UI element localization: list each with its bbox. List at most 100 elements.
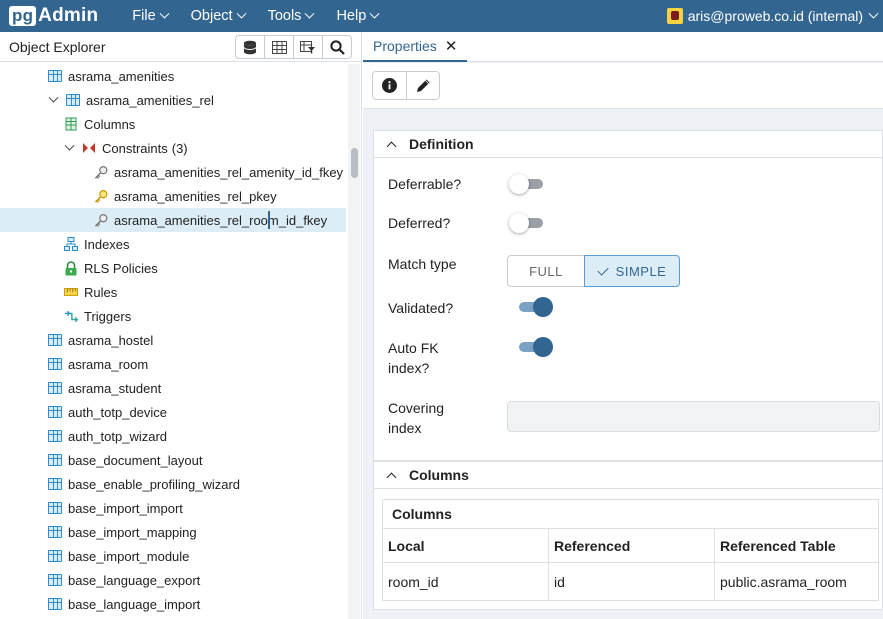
tree-item-label: base_enable_profiling_wizard — [68, 476, 241, 492]
menu-object[interactable]: Object — [191, 8, 247, 24]
tree-vertical-scrollbar[interactable] — [348, 64, 360, 619]
deferred-label: Deferred? — [388, 215, 451, 231]
definition-title: Definition — [409, 136, 474, 152]
tree-item-table[interactable]: asrama_student — [0, 376, 346, 400]
column-header-local: Local — [388, 537, 425, 554]
definition-header[interactable]: Definition — [374, 131, 882, 158]
scrollbar-thumb[interactable] — [351, 148, 358, 178]
tree-item-primary-key[interactable]: asrama_amenities_rel_pkey — [0, 184, 346, 208]
tree-item-table[interactable]: asrama_room — [0, 352, 346, 376]
chevron-down-icon[interactable] — [64, 143, 74, 153]
menu-tools[interactable]: Tools — [268, 8, 315, 24]
tree-item-label: Indexes — [84, 236, 130, 252]
match-full-option[interactable]: FULL — [507, 255, 584, 287]
logo-suffix: Admin — [38, 5, 99, 26]
match-simple-label: SIMPLE — [615, 263, 667, 279]
triggers-icon — [64, 309, 78, 323]
top-navbar: pg Admin File Object Tools Help aris@pro… — [0, 0, 883, 32]
object-tree: asrama_amenities asrama_amenities_rel Co… — [0, 64, 346, 619]
table-icon — [48, 477, 62, 491]
table-icon — [48, 69, 62, 83]
user-avatar-icon — [666, 8, 683, 24]
tree-item-table[interactable]: auth_totp_device — [0, 400, 346, 424]
tree-item-table[interactable]: auth_totp_wizard — [0, 424, 346, 448]
chevron-down-icon — [304, 8, 315, 19]
tree-item-constraints[interactable]: Constraints (3) — [0, 136, 346, 160]
tree-item-label: Rules — [84, 284, 118, 300]
tree-item-label: asrama_amenities_rel — [86, 92, 214, 108]
table-icon — [66, 93, 80, 107]
table-icon — [48, 525, 62, 539]
filter-rows-button[interactable] — [293, 35, 323, 59]
auto-fk-label-line1: Auto FK — [388, 340, 439, 356]
validated-toggle[interactable] — [517, 297, 553, 317]
tree-item-table[interactable]: asrama_amenities — [0, 64, 346, 88]
match-type-selector: FULL SIMPLE — [507, 255, 680, 287]
tree-item-table[interactable]: base_import_import — [0, 496, 346, 520]
object-explorer-toolbar — [235, 35, 352, 59]
tree-item-foreign-key[interactable]: asrama_amenities_rel_amenity_id_fkey — [0, 160, 346, 184]
table-view-icon — [271, 40, 287, 54]
tree-item-table[interactable]: base_import_module — [0, 544, 346, 568]
chevron-down-icon[interactable] — [48, 95, 58, 105]
search-objects-button[interactable] — [322, 35, 352, 59]
tree-item-label: asrama_room — [68, 356, 149, 372]
auto-fk-label-line2: index? — [388, 360, 430, 376]
menu-file[interactable]: File — [132, 8, 170, 24]
table-icon — [48, 501, 62, 515]
menu-help-label: Help — [336, 8, 367, 24]
chevron-down-icon — [868, 8, 879, 19]
tree-item-table[interactable]: base_import_mapping — [0, 520, 346, 544]
tree-item-label: asrama_amenities_rel_pkey — [114, 188, 277, 204]
rules-icon — [64, 285, 78, 299]
match-simple-option[interactable]: SIMPLE — [584, 255, 680, 287]
covering-index-field[interactable] — [507, 401, 880, 432]
close-icon[interactable]: ✕ — [445, 37, 458, 55]
tree-item-triggers[interactable]: Triggers — [0, 304, 346, 328]
chevron-down-icon — [369, 8, 380, 19]
tree-item-table[interactable]: asrama_hostel — [0, 328, 346, 352]
deferred-toggle[interactable] — [509, 213, 545, 233]
tree-item-table[interactable]: asrama_amenities_rel — [0, 88, 346, 112]
deferrable-toggle[interactable] — [509, 174, 545, 194]
constraints-icon — [82, 141, 96, 155]
tree-item-table[interactable]: base_document_layout — [0, 448, 346, 472]
tree-item-indexes[interactable]: Indexes — [0, 232, 346, 256]
cell-referenced: id — [548, 563, 714, 600]
tree-item-table[interactable]: base_enable_profiling_wizard — [0, 472, 346, 496]
deferrable-label: Deferrable? — [388, 176, 462, 192]
search-icon — [329, 39, 345, 55]
user-email: aris@proweb.co.id (internal) — [687, 8, 863, 24]
definition-section: Definition Deferrable? Deferred? Match t… — [373, 130, 883, 461]
tree-item-rls-policies[interactable]: RLS Policies — [0, 256, 346, 280]
object-explorer-panel: Object Explorer asrama_amenities asrama_… — [0, 32, 362, 619]
tree-item-rules[interactable]: Rules — [0, 280, 346, 304]
auto-fk-index-toggle[interactable] — [517, 337, 553, 357]
pgadmin-logo[interactable]: pg Admin — [9, 5, 98, 27]
tree-item-columns[interactable]: Columns — [0, 112, 346, 136]
tree-item-foreign-key-selected[interactable]: asrama_amenities_rel_room_id_fkey — [0, 208, 346, 232]
table-icon — [48, 549, 62, 563]
foreign-key-icon — [94, 213, 108, 227]
tab-properties[interactable]: Properties ✕ — [363, 32, 468, 62]
menu-help[interactable]: Help — [336, 8, 380, 24]
table-icon — [48, 597, 62, 611]
tab-properties-label: Properties — [373, 38, 437, 54]
user-menu[interactable]: aris@proweb.co.id (internal) — [666, 0, 879, 32]
indexes-icon — [64, 237, 78, 251]
chevron-up-icon — [386, 472, 397, 482]
query-tool-button[interactable] — [235, 35, 265, 59]
columns-header[interactable]: Columns — [374, 462, 882, 489]
chevron-down-icon — [236, 8, 247, 19]
tree-item-table[interactable]: base_language_export — [0, 568, 346, 592]
view-data-button[interactable] — [264, 35, 294, 59]
match-type-label: Match type — [388, 256, 457, 272]
tree-item-table[interactable]: base_language_import — [0, 592, 346, 616]
info-button[interactable] — [373, 72, 406, 99]
columns-icon — [64, 117, 78, 131]
tree-item-label: base_import_mapping — [68, 524, 197, 540]
edit-button[interactable] — [406, 72, 439, 99]
table-row[interactable]: room_id id public.asrama_room — [383, 563, 878, 600]
columns-table-title: Columns — [383, 500, 878, 529]
table-icon — [48, 573, 62, 587]
